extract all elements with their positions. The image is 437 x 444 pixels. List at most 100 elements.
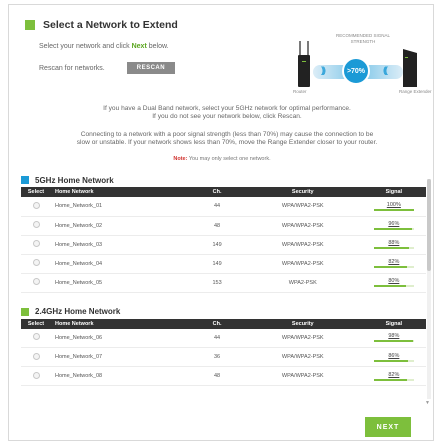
signal-meter: 80% — [373, 278, 414, 287]
network-security: WPA/WPA2-PSK — [281, 222, 324, 229]
network-radio[interactable] — [32, 371, 40, 379]
network-radio[interactable] — [32, 278, 40, 285]
info-line-2b: slow or unstable. If your network shows … — [76, 139, 378, 146]
col-signal: Signal — [385, 320, 403, 327]
network-radio[interactable] — [32, 201, 40, 209]
signal-meter: 82% — [373, 372, 414, 381]
network-channel: 149 — [212, 241, 222, 248]
section-24ghz-title: 2.4GHz Home Network — [21, 305, 433, 319]
network-table-5ghz: Select Home Network Ch. Security Signal … — [21, 187, 426, 293]
section-5ghz-title: 5GHz Home Network — [21, 173, 433, 187]
table-row[interactable]: Home_Network_07 36 WPA/WPA2-PSK 86% — [21, 348, 426, 367]
signal-fill — [373, 378, 407, 381]
network-channel: 48 — [214, 222, 221, 229]
signal-value: 82% — [388, 259, 400, 265]
section-5ghz-label: 5GHz Home Network — [35, 175, 114, 185]
note: Note: You may only select one network. — [9, 156, 433, 162]
network-radio[interactable] — [32, 240, 40, 247]
network-security: WPA/WPA2-PSK — [281, 241, 324, 248]
table-header-row: Select Home Network Ch. Security Signal — [21, 187, 426, 197]
intro-after: below. — [146, 43, 169, 50]
signal-fill — [373, 359, 409, 362]
signal-fill — [373, 208, 414, 211]
note-text: You may only select one network. — [187, 156, 271, 162]
intro-before: Select your network and click — [39, 43, 132, 50]
scrollbar[interactable] — [427, 179, 431, 399]
page-header: Select a Network to Extend — [25, 19, 178, 31]
router-label: Router — [293, 89, 307, 94]
col-channel: Ch. — [212, 189, 222, 195]
range-extender-icon — [403, 49, 417, 87]
table-row[interactable]: Home_Network_02 48 WPA/WPA2-PSK 96% — [21, 216, 426, 235]
network-radio[interactable] — [32, 221, 40, 228]
blue-square-icon — [21, 176, 29, 184]
network-channel: 44 — [214, 203, 221, 210]
green-square-icon — [25, 20, 35, 30]
network-name: Home_Network_03 — [55, 241, 103, 248]
network-security: WPA/WPA2-PSK — [281, 260, 324, 267]
intro-next-word: Next — [131, 43, 147, 50]
signal-fill — [373, 340, 414, 343]
signal-fill — [373, 266, 407, 268]
network-security: WPA/WPA2-PSK — [281, 354, 324, 360]
extender-label: Range Extender — [399, 89, 432, 94]
table-row[interactable]: Home_Network_08 48 WPA/WPA2-PSK 82% — [21, 367, 426, 386]
scroll-down-arrow-icon[interactable]: ▼ — [425, 400, 430, 406]
signal-meter: 86% — [373, 352, 414, 362]
signal-fill — [373, 228, 413, 230]
green-square-icon — [21, 307, 29, 316]
network-channel: 44 — [214, 334, 221, 341]
note-label: Note: — [173, 156, 188, 162]
signal-meter: 82% — [373, 259, 414, 268]
scroll-thumb[interactable] — [427, 179, 431, 271]
signal-value: 86% — [388, 352, 400, 359]
table-row[interactable]: Home_Network_06 44 WPA/WPA2-PSK 98% — [21, 329, 426, 348]
network-name: Home_Network_07 — [55, 354, 103, 360]
signal-value: 98% — [388, 333, 400, 340]
network-list-scroll-area[interactable]: 5GHz Home Network Select Home Network Ch… — [21, 173, 433, 413]
signal-percent-badge: >70% — [342, 57, 370, 85]
network-channel: 153 — [212, 279, 222, 286]
network-channel: 149 — [212, 260, 222, 267]
signal-value: 96% — [388, 221, 400, 227]
signal-meter: 88% — [373, 240, 414, 249]
signal-meter: 98% — [373, 333, 414, 343]
router-icon — [298, 41, 310, 87]
network-channel: 48 — [214, 373, 221, 379]
col-select: Select — [27, 189, 45, 195]
signal-fill — [373, 247, 410, 249]
section-24ghz-label: 2.4GHz Home Network — [35, 307, 121, 316]
network-radio[interactable] — [32, 259, 40, 266]
network-name: Home_Network_01 — [55, 203, 103, 210]
wave-right-icon: ((( — [383, 65, 388, 75]
table-header-row: Select Home Network Ch. Security Signal — [21, 318, 426, 329]
network-radio[interactable] — [32, 352, 40, 360]
table-row[interactable]: Home_Network_03 149 WPA/WPA2-PSK 88% — [21, 235, 426, 254]
signal-value: 100% — [386, 201, 401, 208]
table-row[interactable]: Home_Network_05 153 WPA2-PSK 80% — [21, 273, 426, 292]
signal-fill — [373, 285, 406, 287]
network-name: Home_Network_04 — [55, 260, 103, 267]
table-row[interactable]: Home_Network_01 44 WPA/WPA2-PSK 100% — [21, 197, 426, 216]
network-security: WPA2-PSK — [288, 279, 317, 286]
table-row[interactable]: Home_Network_04 149 WPA/WPA2-PSK 82% — [21, 254, 426, 273]
wizard-panel: Select a Network to Extend Select your n… — [8, 4, 434, 441]
intro-text: Select your network and click Next below… — [39, 43, 169, 50]
next-button[interactable]: NEXT — [365, 417, 411, 437]
col-security: Security — [291, 320, 314, 327]
dual-band-info: If you have a Dual Band network, select … — [25, 105, 429, 121]
info-line-1b: If you do not see your network below, cl… — [152, 113, 302, 120]
info-line-1: If you have a Dual Band network, select … — [103, 105, 351, 112]
signal-diagram: RECOMMENDED SIGNAL STRENGTH ))) >70% (((… — [287, 27, 433, 97]
network-radio[interactable] — [32, 333, 40, 341]
col-network: Home Network — [55, 189, 94, 195]
network-security: WPA/WPA2-PSK — [281, 203, 324, 210]
signal-value: 88% — [388, 240, 400, 246]
network-name: Home_Network_05 — [55, 279, 103, 286]
network-table-24ghz: Select Home Network Ch. Security Signal … — [21, 318, 426, 387]
network-name: Home_Network_08 — [55, 373, 103, 379]
signal-meter: 96% — [373, 221, 414, 230]
signal-value: 80% — [388, 278, 400, 284]
network-channel: 36 — [214, 354, 221, 360]
rescan-button[interactable]: RESCAN — [126, 62, 176, 74]
